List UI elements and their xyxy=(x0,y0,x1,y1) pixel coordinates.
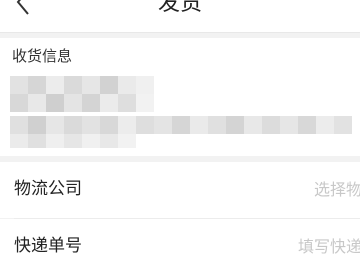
obscured-address-content xyxy=(10,76,352,148)
ship-order-screen: 发货 收货信息 物流公司 选择物 快递单号 填写快递 xyxy=(0,0,360,270)
tracking-number-placeholder: 填写快递 xyxy=(297,237,360,256)
nav-bar: 发货 xyxy=(0,0,360,32)
shipping-info-label: 收货信息 xyxy=(12,47,73,65)
nav-divider xyxy=(0,32,360,33)
shipping-info-section[interactable]: 收货信息 xyxy=(0,38,360,156)
logistics-company-label: 物流公司 xyxy=(14,179,82,199)
tracking-number-label: 快递单号 xyxy=(14,236,82,256)
page-title: 发货 xyxy=(157,0,202,16)
logistics-company-row[interactable]: 物流公司 选择物 xyxy=(0,162,360,218)
tracking-number-row[interactable]: 快递单号 填写快递 xyxy=(0,219,360,270)
logistics-company-placeholder: 选择物 xyxy=(313,180,360,199)
